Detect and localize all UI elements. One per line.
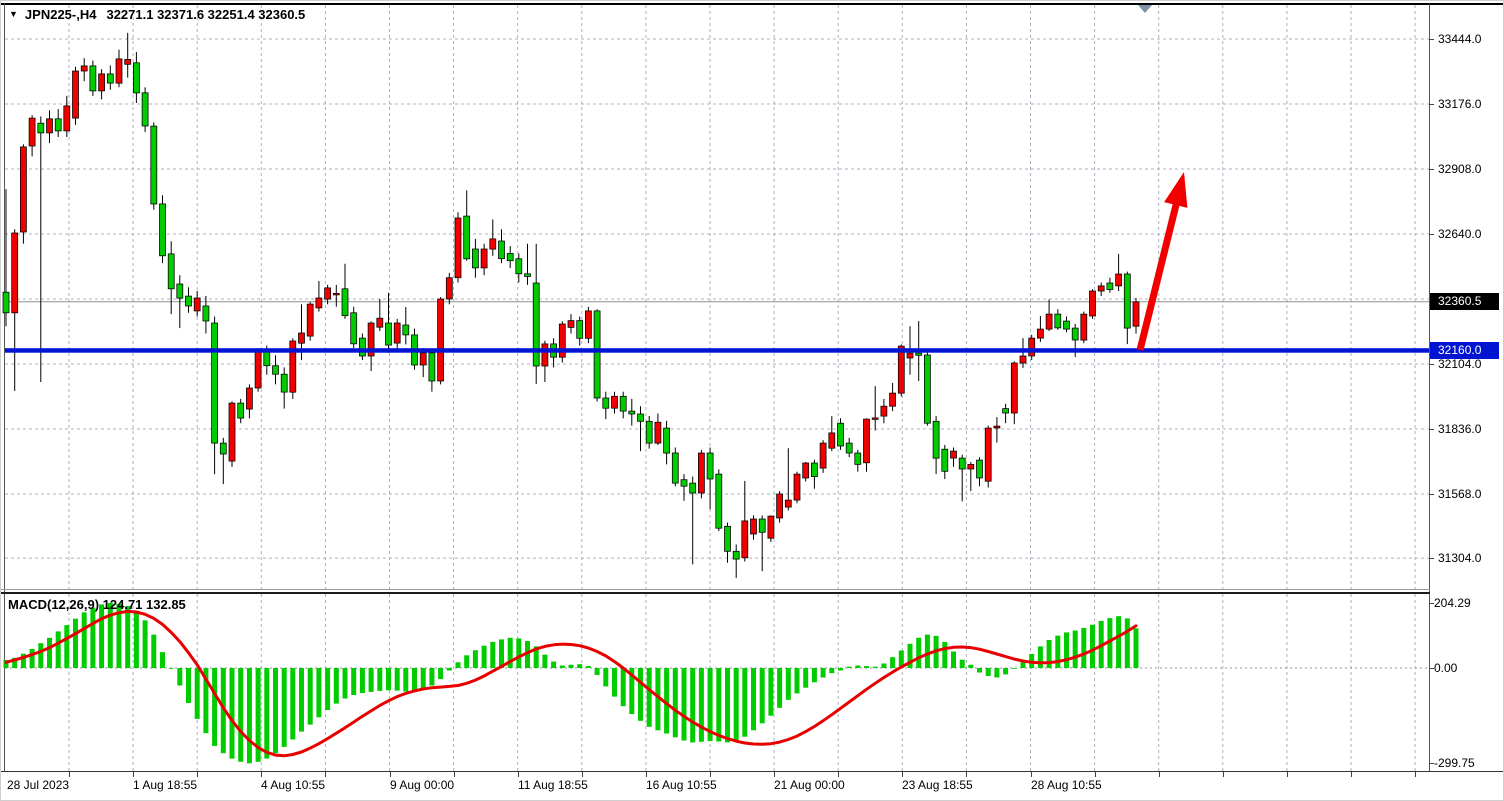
time-tick: [133, 772, 134, 777]
time-tick: [1159, 772, 1160, 777]
macd-tick: [1429, 668, 1434, 669]
collapse-triangle-icon[interactable]: ▼: [9, 9, 18, 19]
time-tick-label: 23 Aug 18:55: [902, 778, 973, 792]
price-tick: [1429, 39, 1434, 40]
time-tick: [966, 772, 967, 777]
time-tick: [838, 772, 839, 777]
price-tick: [1429, 558, 1434, 559]
time-tick: [1223, 772, 1224, 777]
price-tick-label: 33176.0: [1438, 96, 1504, 112]
macd-histogram-layer: [4, 603, 1139, 763]
macd-tick-label: 204.29: [1434, 595, 1504, 611]
time-tick: [390, 772, 391, 777]
time-tick: [325, 772, 326, 777]
price-axis-border: [1429, 4, 1430, 772]
time-tick: [261, 772, 262, 777]
time-tick-label: 28 Jul 2023: [7, 778, 69, 792]
price-tick: [1429, 169, 1434, 170]
time-tick: [1031, 772, 1032, 777]
time-tick-label: 1 Aug 18:55: [133, 778, 197, 792]
price-tick: [1429, 494, 1434, 495]
time-tick: [1415, 772, 1416, 777]
macd-indicator-label: MACD(12,26,9) 124.71 132.85: [8, 597, 186, 612]
time-tick: [902, 772, 903, 777]
support-level-badge: 32160.0: [1430, 342, 1499, 359]
price-tick: [1429, 104, 1434, 105]
time-tick-label: 9 Aug 00:00: [390, 778, 454, 792]
time-tick-label: 21 Aug 00:00: [774, 778, 845, 792]
bullish-arrow[interactable]: [1140, 172, 1187, 350]
candles-layer: [3, 33, 1139, 578]
price-tick-label: 31304.0: [1438, 550, 1504, 566]
last-bar-marker-icon: [1138, 5, 1152, 13]
macd-tick: [1429, 763, 1434, 764]
time-tick: [69, 772, 70, 777]
price-tick: [1429, 429, 1434, 430]
time-tick: [774, 772, 775, 777]
time-tick: [1287, 772, 1288, 777]
price-tick-label: 31568.0: [1438, 486, 1504, 502]
price-tick-label: 32908.0: [1438, 161, 1504, 177]
time-tick: [1095, 772, 1096, 777]
macd-tick-label: 0.00: [1434, 660, 1504, 676]
price-tick-label: 32640.0: [1438, 226, 1504, 242]
ohlc-values-label: 32271.1 32371.6 32251.4 32360.5: [106, 7, 305, 22]
time-tick-label: 16 Aug 10:55: [646, 778, 717, 792]
time-tick-label: 28 Aug 10:55: [1031, 778, 1102, 792]
time-tick: [646, 772, 647, 777]
macd-tick: [1429, 603, 1434, 604]
price-tick: [1429, 364, 1434, 365]
price-tick-label: 33444.0: [1438, 31, 1504, 47]
macd-tick-label: -299.75: [1434, 755, 1504, 771]
price-tick: [1429, 234, 1434, 235]
symbol-period-label: JPN225-,H4: [25, 7, 97, 22]
support-line[interactable]: [5, 348, 1429, 353]
macd-chart-canvas[interactable]: [1, 593, 1429, 772]
time-tick: [518, 772, 519, 777]
time-tick-label: 11 Aug 18:55: [518, 778, 588, 792]
time-tick: [710, 772, 711, 777]
time-tick: [582, 772, 583, 777]
time-tick: [197, 772, 198, 777]
time-tick: [454, 772, 455, 777]
subwindow-separator-outer[interactable]: [1, 589, 1430, 590]
price-chart-canvas[interactable]: [1, 1, 1429, 589]
current-price-badge: 32360.5: [1430, 293, 1499, 310]
trading-chart-window: ▼ JPN225-,H4 32271.1 32371.6 32251.4 32360…: [0, 0, 1504, 801]
time-tick: [1351, 772, 1352, 777]
price-tick-label: 31836.0: [1438, 421, 1504, 437]
time-tick-label: 4 Aug 10:55: [261, 778, 325, 792]
chart-title: ▼ JPN225-,H4 32271.1 32371.6 32251.4 32360…: [9, 7, 305, 22]
